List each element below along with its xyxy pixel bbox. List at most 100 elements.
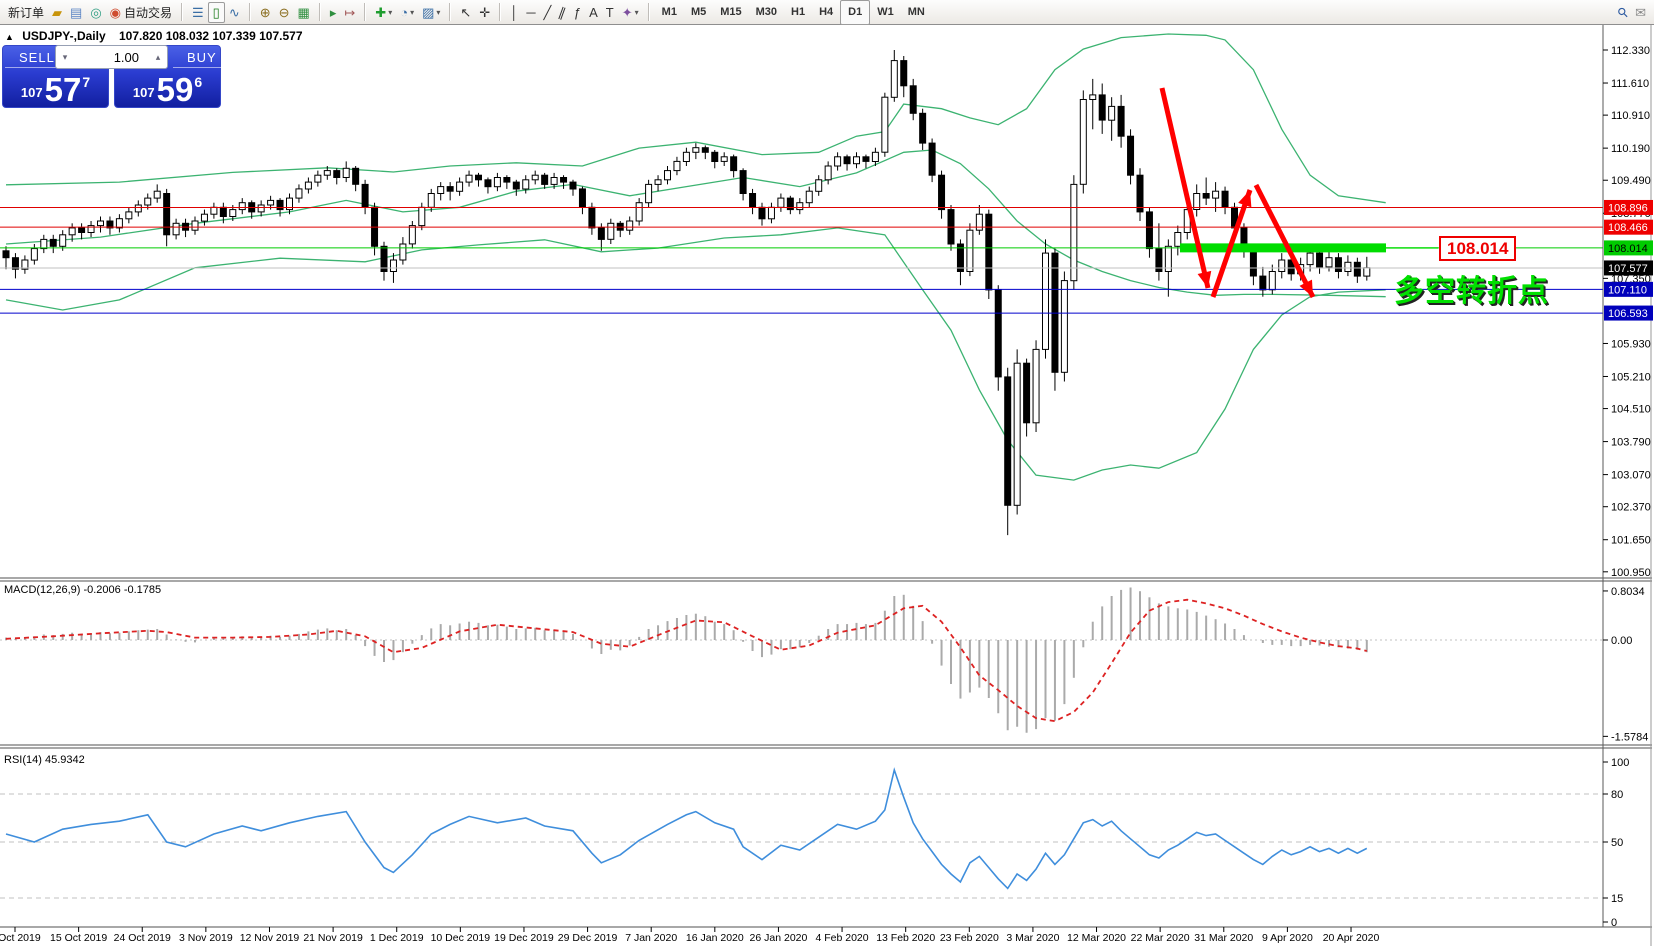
bar-chart-icon[interactable]: ☰ xyxy=(188,2,208,23)
tile-windows-icon: ▦ xyxy=(298,2,310,23)
rsi-axis[interactable]: 1008050150 xyxy=(1603,757,1629,929)
tf-h4[interactable]: H4 xyxy=(812,0,840,25)
line-chart-icon[interactable]: ∿ xyxy=(225,2,244,23)
text-icon[interactable]: A xyxy=(585,2,602,23)
macd-axis[interactable]: 0.80340.00-1.5784 xyxy=(1603,586,1648,743)
rsi-line xyxy=(6,770,1367,888)
svg-text:103.790: 103.790 xyxy=(1611,437,1651,449)
tf-m30[interactable]: M30 xyxy=(749,0,784,25)
ohlc-values: 107.820 108.032 107.339 107.577 xyxy=(119,29,303,43)
svg-text:3 Mar 2020: 3 Mar 2020 xyxy=(1006,932,1059,944)
svg-text:0.8034: 0.8034 xyxy=(1611,586,1645,598)
tf-m1-label: M1 xyxy=(662,6,677,18)
mt4-window: 112.330111.610110.910110.190109.490108.7… xyxy=(0,0,1654,946)
templates-icon[interactable]: ▨▾ xyxy=(418,2,444,23)
auto-scroll-icon[interactable]: ▸ xyxy=(326,2,341,23)
trendline-icon: ╱ xyxy=(544,2,552,23)
crosshair-icon[interactable]: ✛ xyxy=(475,2,494,23)
zoom-out-icon[interactable]: ⊖ xyxy=(275,2,294,23)
price-axis[interactable]: 112.330111.610110.910110.190109.490108.7… xyxy=(1603,45,1653,579)
chevron-down-icon[interactable]: ▾ xyxy=(388,8,392,17)
signal-icon[interactable]: ◎ xyxy=(86,2,105,23)
price-chart-canvas[interactable]: 112.330111.610110.910110.190109.490108.7… xyxy=(0,0,1654,946)
chevron-down-icon[interactable]: ▾ xyxy=(635,8,639,17)
turning-point-note[interactable]: 多空转折点 xyxy=(1394,266,1549,310)
shapes-icon[interactable]: ✦▾ xyxy=(618,2,643,23)
new-order-button[interactable]: 新订单 xyxy=(4,2,48,23)
svg-text:107.577: 107.577 xyxy=(1608,263,1648,275)
chevron-down-icon[interactable]: ▾ xyxy=(410,8,414,17)
collapse-panel-icon[interactable]: ▲ xyxy=(5,32,14,42)
svg-text:108.896: 108.896 xyxy=(1608,202,1648,214)
svg-text:26 Jan 2020: 26 Jan 2020 xyxy=(750,932,808,944)
svg-text:16 Jan 2020: 16 Jan 2020 xyxy=(686,932,744,944)
chat-icon[interactable]: ✉ xyxy=(1631,2,1650,23)
svg-text:15 Oct 2019: 15 Oct 2019 xyxy=(50,932,107,944)
toolbar-group: ☰ ▯∿ xyxy=(188,0,244,25)
date-axis[interactable]: 6 Oct 201915 Oct 201924 Oct 20193 Nov 20… xyxy=(0,927,1379,944)
chevron-down-icon[interactable]: ▾ xyxy=(436,8,440,17)
svg-text:13 Feb 2020: 13 Feb 2020 xyxy=(876,932,935,944)
volume-value[interactable]: 1.00 xyxy=(74,50,149,65)
trendline-icon[interactable]: ╱ xyxy=(540,2,556,23)
tf-m15-label: M15 xyxy=(720,6,741,18)
svg-text:6 Oct 2019: 6 Oct 2019 xyxy=(0,932,41,944)
tile-windows-icon[interactable]: ▦ xyxy=(294,2,314,23)
zoom-in-icon[interactable]: ⊕ xyxy=(256,2,275,23)
tf-m15[interactable]: M15 xyxy=(713,0,748,25)
svg-text:101.650: 101.650 xyxy=(1611,535,1651,547)
market-watch-icon[interactable]: ▤ xyxy=(66,2,86,23)
volume-down-icon[interactable]: ▾ xyxy=(56,52,74,63)
tf-w1-label: W1 xyxy=(877,6,894,18)
level-price-callout[interactable]: 108.014 xyxy=(1439,236,1516,261)
tf-mn[interactable]: MN xyxy=(901,0,932,25)
tf-d1[interactable]: D1 xyxy=(840,0,870,25)
toolbar-separator xyxy=(648,3,650,21)
chat-icon: ✉ xyxy=(1635,2,1646,23)
horizontal-line-icon[interactable]: ─ xyxy=(522,2,539,23)
tf-m5[interactable]: M5 xyxy=(684,0,713,25)
tf-m1[interactable]: M1 xyxy=(655,0,684,25)
volume-up-icon[interactable]: ▴ xyxy=(149,52,167,63)
toolbar-separator xyxy=(249,3,251,21)
candlestick-chart-icon[interactable]: ▯ xyxy=(208,2,225,23)
search-icon[interactable]: ⚲ xyxy=(1614,2,1632,23)
text-label-icon[interactable]: T xyxy=(602,2,618,23)
channel-icon: ∥ xyxy=(556,1,569,23)
toolbar-group: 新订单▰▤◎◉自动交易 xyxy=(4,0,176,25)
svg-text:24 Oct 2019: 24 Oct 2019 xyxy=(114,932,171,944)
level-lines[interactable] xyxy=(0,207,1603,313)
autotrade-button[interactable]: ◉自动交易 xyxy=(106,2,176,23)
tf-h1[interactable]: H1 xyxy=(784,0,812,25)
autotrade-button: ◉ xyxy=(110,2,121,23)
tf-w1[interactable]: W1 xyxy=(870,0,901,25)
horizontal-line-icon: ─ xyxy=(526,2,535,23)
svg-text:105.210: 105.210 xyxy=(1611,371,1651,383)
periods-icon: ◔ xyxy=(400,2,408,23)
chart-shift-icon[interactable]: ↦ xyxy=(340,2,359,23)
bar-chart-icon: ☰ xyxy=(192,2,204,23)
candlestick-chart-icon: ▯ xyxy=(213,2,220,23)
toolbar-group: ↖✛ xyxy=(456,0,494,25)
crosshair-icon: ✛ xyxy=(479,2,490,23)
chart-shift-icon: ↦ xyxy=(344,2,355,23)
svg-text:112.330: 112.330 xyxy=(1611,45,1650,57)
gold-bars-icon: ▰ xyxy=(52,2,62,23)
periods-icon[interactable]: ◔▾ xyxy=(396,2,418,23)
svg-text:100.950: 100.950 xyxy=(1611,567,1651,579)
panel-frame xyxy=(0,25,1652,946)
tf-m30-label: M30 xyxy=(756,6,777,18)
volume-stepper[interactable]: ▾ 1.00 ▴ xyxy=(55,45,168,69)
gold-bars-icon[interactable]: ▰ xyxy=(48,2,66,23)
signal-icon: ◎ xyxy=(90,2,101,23)
fibonacci-icon[interactable]: ƒ xyxy=(570,2,585,23)
channel-icon[interactable]: ∥ xyxy=(555,2,570,23)
svg-text:103.070: 103.070 xyxy=(1611,470,1651,482)
svg-text:50: 50 xyxy=(1611,837,1623,849)
indicators-icon[interactable]: ✚▾ xyxy=(371,2,396,23)
zoom-in-icon: ⊕ xyxy=(260,2,271,23)
svg-text:4 Feb 2020: 4 Feb 2020 xyxy=(815,932,868,944)
svg-text:100: 100 xyxy=(1611,757,1629,769)
cursor-icon[interactable]: ↖ xyxy=(456,2,475,23)
vertical-line-icon[interactable]: │ xyxy=(506,2,522,23)
